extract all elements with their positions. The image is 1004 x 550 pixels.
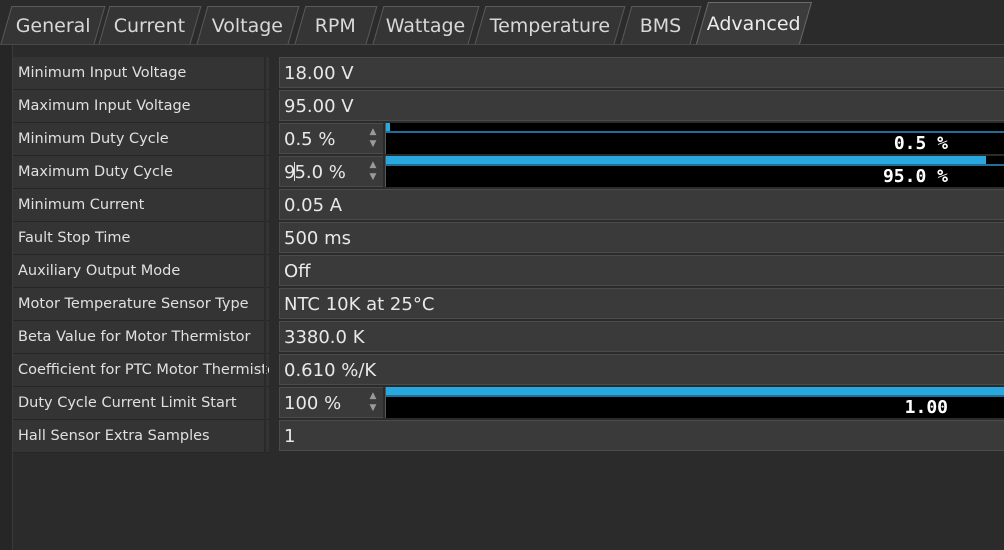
param-spinbox[interactable]: 95.0 % ▲ ▼: [279, 156, 383, 187]
duty-cycle-bar: 0.5 %: [385, 123, 1004, 154]
column-separator: [264, 57, 266, 453]
param-label: Minimum Duty Cycle: [13, 123, 269, 156]
param-value-field[interactable]: 0.05 A: [279, 189, 1004, 220]
down-arrow-icon[interactable]: ▼: [366, 171, 380, 183]
param-row: Auxiliary Output Mode Off: [13, 255, 1004, 288]
param-combobox[interactable]: NTC 10K at 25°C: [279, 288, 1004, 319]
param-label: Beta Value for Motor Thermistor: [13, 321, 269, 354]
down-arrow-icon[interactable]: ▼: [366, 402, 380, 414]
tab-label: RPM: [315, 14, 357, 37]
spinbox-arrows[interactable]: ▲ ▼: [366, 159, 380, 185]
param-label: Motor Temperature Sensor Type: [13, 288, 269, 321]
param-row: Fault Stop Time 500 ms: [13, 222, 1004, 255]
tab-label: Advanced: [706, 12, 801, 35]
param-label: Fault Stop Time: [13, 222, 269, 255]
param-label: Minimum Current: [13, 189, 269, 222]
bar-value-label: 95.0 %: [882, 166, 948, 187]
spinbox-value: 5.0 %: [294, 162, 346, 183]
bar-fill: [386, 387, 1004, 395]
tab-label: BMS: [640, 14, 682, 37]
param-row: Beta Value for Motor Thermistor 3380.0 K: [13, 321, 1004, 354]
tab-divider: [0, 44, 1004, 45]
param-spinbox[interactable]: 0.5 % ▲ ▼: [279, 123, 383, 154]
param-combobox[interactable]: Off: [279, 255, 1004, 286]
param-label: Coefficient for PTC Motor Thermistor: [13, 354, 269, 387]
tab-label: Voltage: [212, 14, 284, 37]
tab-voltage[interactable]: Voltage: [196, 6, 300, 44]
tab-temperature[interactable]: Temperature: [474, 6, 626, 44]
param-value-field[interactable]: 1: [279, 420, 1004, 451]
param-label: Maximum Input Voltage: [13, 90, 269, 123]
param-value-field[interactable]: 0.610 %/K: [279, 354, 1004, 385]
param-spinbox[interactable]: 100 % ▲ ▼: [279, 387, 383, 418]
down-arrow-icon[interactable]: ▼: [366, 138, 380, 150]
duty-cycle-bar: 95.0 %: [385, 156, 1004, 187]
up-arrow-icon[interactable]: ▲: [366, 126, 380, 138]
tab-label: Wattage: [386, 14, 466, 37]
bar-fill: [386, 156, 986, 164]
param-value-field[interactable]: 18.00 V: [279, 57, 1004, 88]
tab-label: Temperature: [489, 14, 611, 37]
spinbox-arrows[interactable]: ▲ ▼: [366, 126, 380, 152]
param-row: Duty Cycle Current Limit Start 100 % ▲ ▼…: [13, 387, 1004, 420]
tab-rpm[interactable]: RPM: [294, 6, 378, 44]
param-label: Minimum Input Voltage: [13, 57, 269, 90]
tab-general[interactable]: General: [0, 6, 106, 44]
param-label: Maximum Duty Cycle: [13, 156, 269, 189]
param-value-field[interactable]: 3380.0 K: [279, 321, 1004, 352]
param-row: Coefficient for PTC Motor Thermistor 0.6…: [13, 354, 1004, 387]
tab-bar: General Current Voltage RPM Wattage Temp…: [0, 0, 1004, 46]
param-label: Duty Cycle Current Limit Start: [13, 387, 269, 420]
param-value-field[interactable]: 500 ms: [279, 222, 1004, 253]
tab-advanced[interactable]: Advanced: [695, 2, 813, 44]
param-row: Minimum Input Voltage 18.00 V: [13, 57, 1004, 90]
bar-fill: [386, 123, 390, 131]
param-label: Auxiliary Output Mode: [13, 255, 269, 288]
tab-wattage[interactable]: Wattage: [372, 6, 480, 44]
bar-value-label: 1.00: [904, 397, 948, 418]
param-row: Minimum Duty Cycle 0.5 % ▲ ▼ 0.5 %: [13, 123, 1004, 156]
param-row: Motor Temperature Sensor Type NTC 10K at…: [13, 288, 1004, 321]
tab-label: Current: [114, 14, 186, 37]
param-row: Hall Sensor Extra Samples 1: [13, 420, 1004, 453]
left-margin: [0, 45, 13, 550]
param-label: Hall Sensor Extra Samples: [13, 420, 269, 453]
param-row: Minimum Current 0.05 A: [13, 189, 1004, 222]
tab-current[interactable]: Current: [98, 6, 202, 44]
bar-value-label: 0.5 %: [893, 133, 948, 154]
up-arrow-icon[interactable]: ▲: [366, 159, 380, 171]
current-limit-bar: 1.00: [385, 387, 1004, 418]
param-row: Maximum Input Voltage 95.00 V: [13, 90, 1004, 123]
spinbox-value: 0.5 %: [284, 129, 336, 150]
parameter-table: Minimum Input Voltage 18.00 V Maximum In…: [13, 57, 1004, 453]
tab-bms[interactable]: BMS: [620, 6, 702, 44]
spinbox-value: 100 %: [284, 393, 342, 414]
tab-label: General: [15, 14, 91, 37]
up-arrow-icon[interactable]: ▲: [366, 390, 380, 402]
param-row: Maximum Duty Cycle 95.0 % ▲ ▼ 95.0 %: [13, 156, 1004, 189]
param-value-field[interactable]: 95.00 V: [279, 90, 1004, 121]
spinbox-arrows[interactable]: ▲ ▼: [366, 390, 380, 416]
